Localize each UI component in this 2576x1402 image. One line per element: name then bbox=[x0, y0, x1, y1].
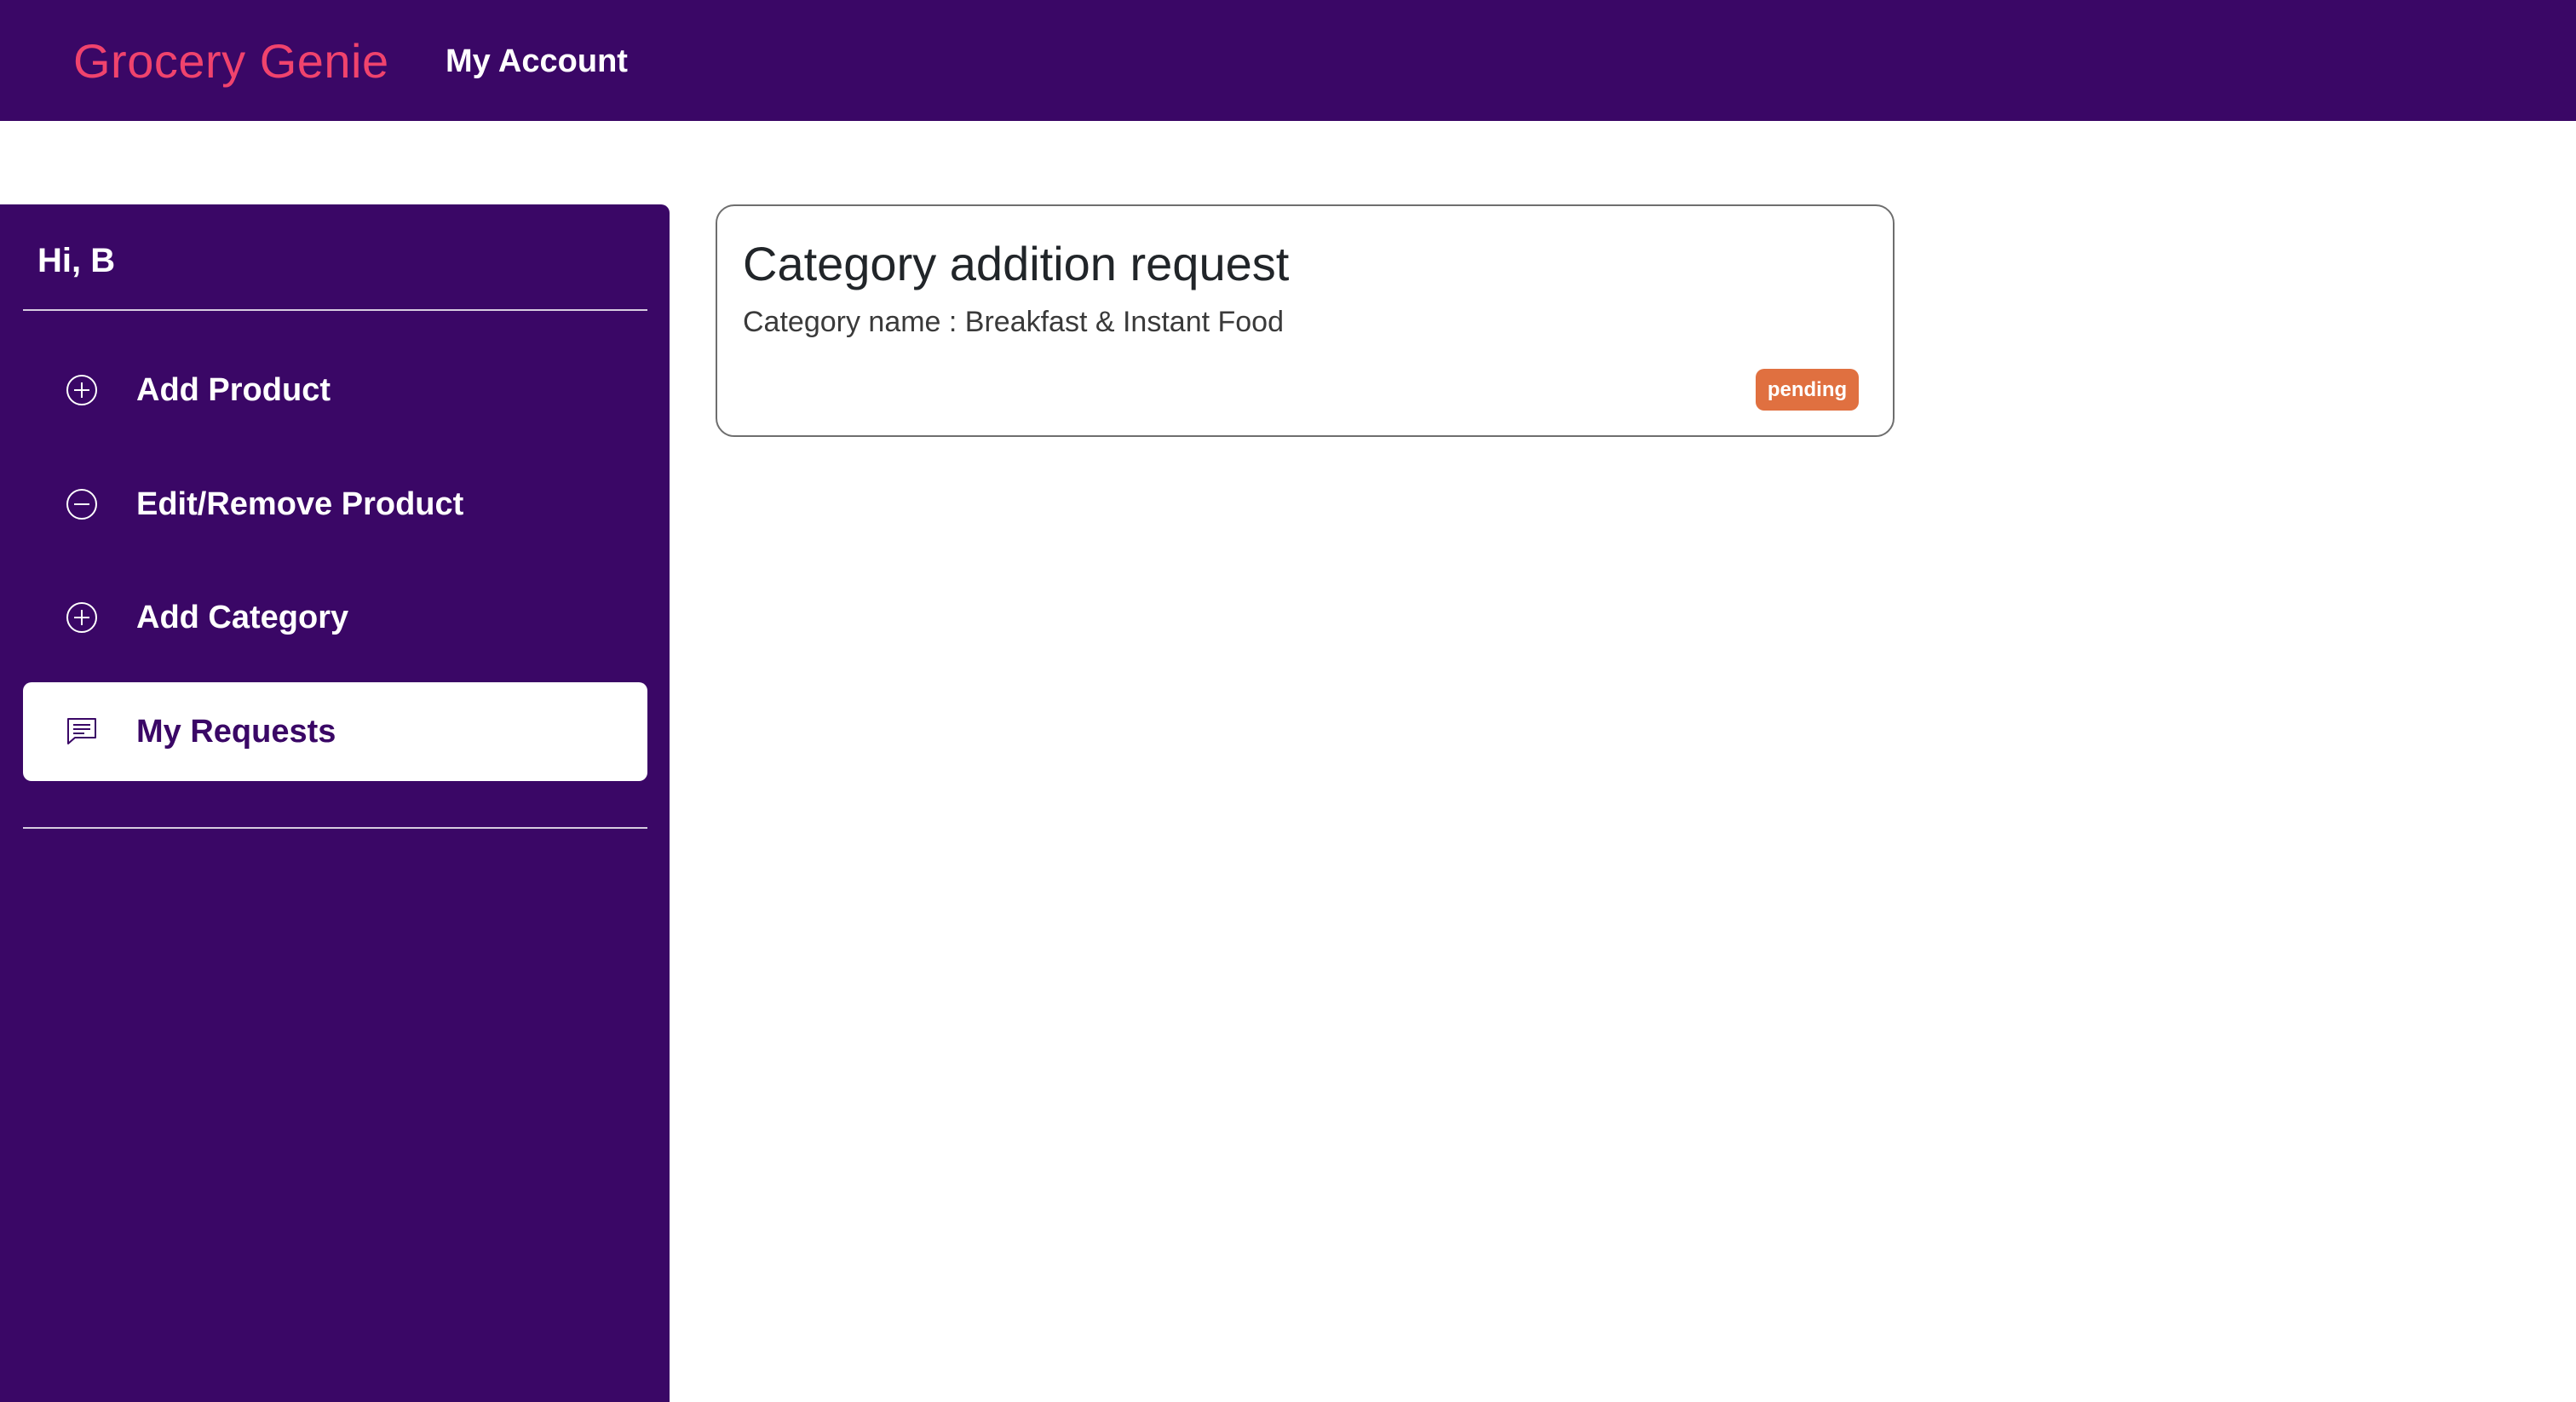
sidebar: Hi, B Add Product Edit/Remove Product Ad… bbox=[0, 204, 670, 1402]
request-detail: Category name : Breakfast & Instant Food bbox=[743, 306, 1284, 338]
plus-circle-icon bbox=[66, 602, 97, 633]
sidebar-item-label: My Requests bbox=[136, 714, 336, 750]
brand-logo-link[interactable]: Grocery Genie bbox=[73, 31, 389, 92]
sidebar-item-edit-remove-product[interactable]: Edit/Remove Product bbox=[23, 455, 647, 554]
message-icon bbox=[67, 718, 96, 744]
sidebar-item-label: Add Category bbox=[136, 600, 349, 635]
status-badge: pending bbox=[1756, 369, 1859, 411]
sidebar-item-label: Add Product bbox=[136, 372, 331, 408]
sidebar-divider bbox=[23, 309, 647, 311]
sidebar-item-add-product[interactable]: Add Product bbox=[23, 341, 647, 440]
sidebar-item-my-requests[interactable]: My Requests bbox=[23, 682, 647, 781]
my-account-link[interactable]: My Account bbox=[446, 39, 628, 83]
request-card: Category addition request Category name … bbox=[716, 204, 1895, 437]
request-title: Category addition request bbox=[743, 237, 1290, 290]
sidebar-item-label: Edit/Remove Product bbox=[136, 486, 464, 522]
minus-circle-icon bbox=[66, 489, 97, 520]
plus-circle-icon bbox=[66, 375, 97, 405]
sidebar-divider bbox=[23, 827, 647, 829]
sidebar-item-add-category[interactable]: Add Category bbox=[23, 568, 647, 667]
user-greeting: Hi, B bbox=[37, 242, 116, 279]
top-navbar: Grocery Genie My Account bbox=[0, 0, 2576, 121]
